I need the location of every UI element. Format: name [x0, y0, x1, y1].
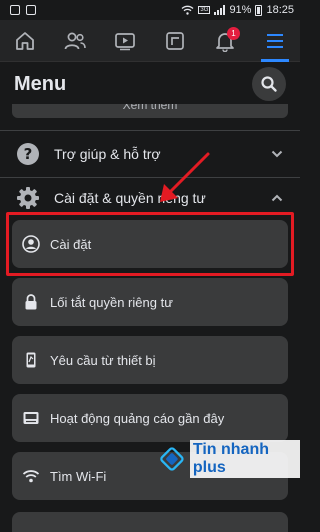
friends-icon — [64, 32, 86, 49]
top-navigation: 1 — [0, 20, 300, 62]
nav-watch[interactable] — [105, 21, 145, 61]
hamburger-menu-icon — [267, 33, 283, 48]
see-more-label: Xem thêm — [122, 104, 178, 112]
battery-icon — [255, 4, 263, 16]
nav-menu[interactable] — [255, 21, 295, 62]
ad-activity-icon — [22, 409, 40, 427]
gear-icon — [17, 187, 39, 209]
battery-percent: 91% — [229, 4, 252, 16]
watermark-logo — [160, 447, 184, 471]
wifi-icon — [22, 467, 40, 485]
lock-icon — [22, 293, 40, 311]
page-title: Menu — [14, 72, 67, 95]
annotation-highlight-box — [6, 212, 294, 276]
menu-header: Menu — [0, 62, 300, 106]
signal-strength-icon — [214, 5, 226, 15]
device-icon — [22, 351, 40, 369]
watermark: Tin nhanh plus — [160, 440, 300, 478]
search-icon — [261, 76, 277, 92]
network-type-badge: 3G — [198, 6, 211, 14]
svg-text:?: ? — [24, 145, 33, 163]
chevron-up-icon — [271, 194, 283, 202]
nav-gaming[interactable] — [155, 21, 195, 61]
card-label: Yêu cầu từ thiết bị — [50, 352, 156, 368]
gallery-notification-icon — [10, 5, 20, 15]
card-label: Lối tắt quyền riêng tư — [50, 294, 173, 310]
next-menu-card[interactable] — [12, 512, 288, 532]
status-bar: 3G 91% 18:25 — [0, 0, 300, 20]
device-requests-card[interactable]: Yêu cầu từ thiết bị — [12, 336, 288, 384]
chevron-down-icon — [271, 150, 283, 158]
card-label: Hoạt động quảng cáo gần đây — [50, 410, 225, 426]
wifi-status-icon — [181, 5, 194, 15]
gaming-icon — [166, 31, 184, 50]
recent-ad-activity-card[interactable]: Hoạt động quảng cáo gần đây — [12, 394, 288, 442]
clock: 18:25 — [266, 4, 294, 16]
privacy-shortcuts-card[interactable]: Lối tắt quyền riêng tư — [12, 278, 288, 326]
annotation-arrow — [160, 152, 210, 202]
watermark-text: Tin nhanh plus — [189, 440, 300, 478]
nav-notifications[interactable]: 1 — [205, 21, 245, 61]
nav-friends[interactable] — [55, 21, 95, 61]
see-more-button[interactable]: Xem thêm — [12, 104, 288, 118]
notification-badge: 1 — [227, 26, 240, 40]
home-icon — [16, 31, 34, 50]
search-button[interactable] — [252, 67, 286, 101]
status-right: 3G 91% 18:25 — [181, 4, 294, 16]
status-left — [10, 5, 36, 15]
app-notification-icon — [26, 5, 36, 15]
divider — [0, 130, 300, 131]
nav-home[interactable] — [5, 21, 45, 61]
card-label: Tìm Wi-Fi — [50, 468, 107, 484]
video-icon — [115, 32, 135, 50]
help-icon: ? — [17, 143, 39, 165]
